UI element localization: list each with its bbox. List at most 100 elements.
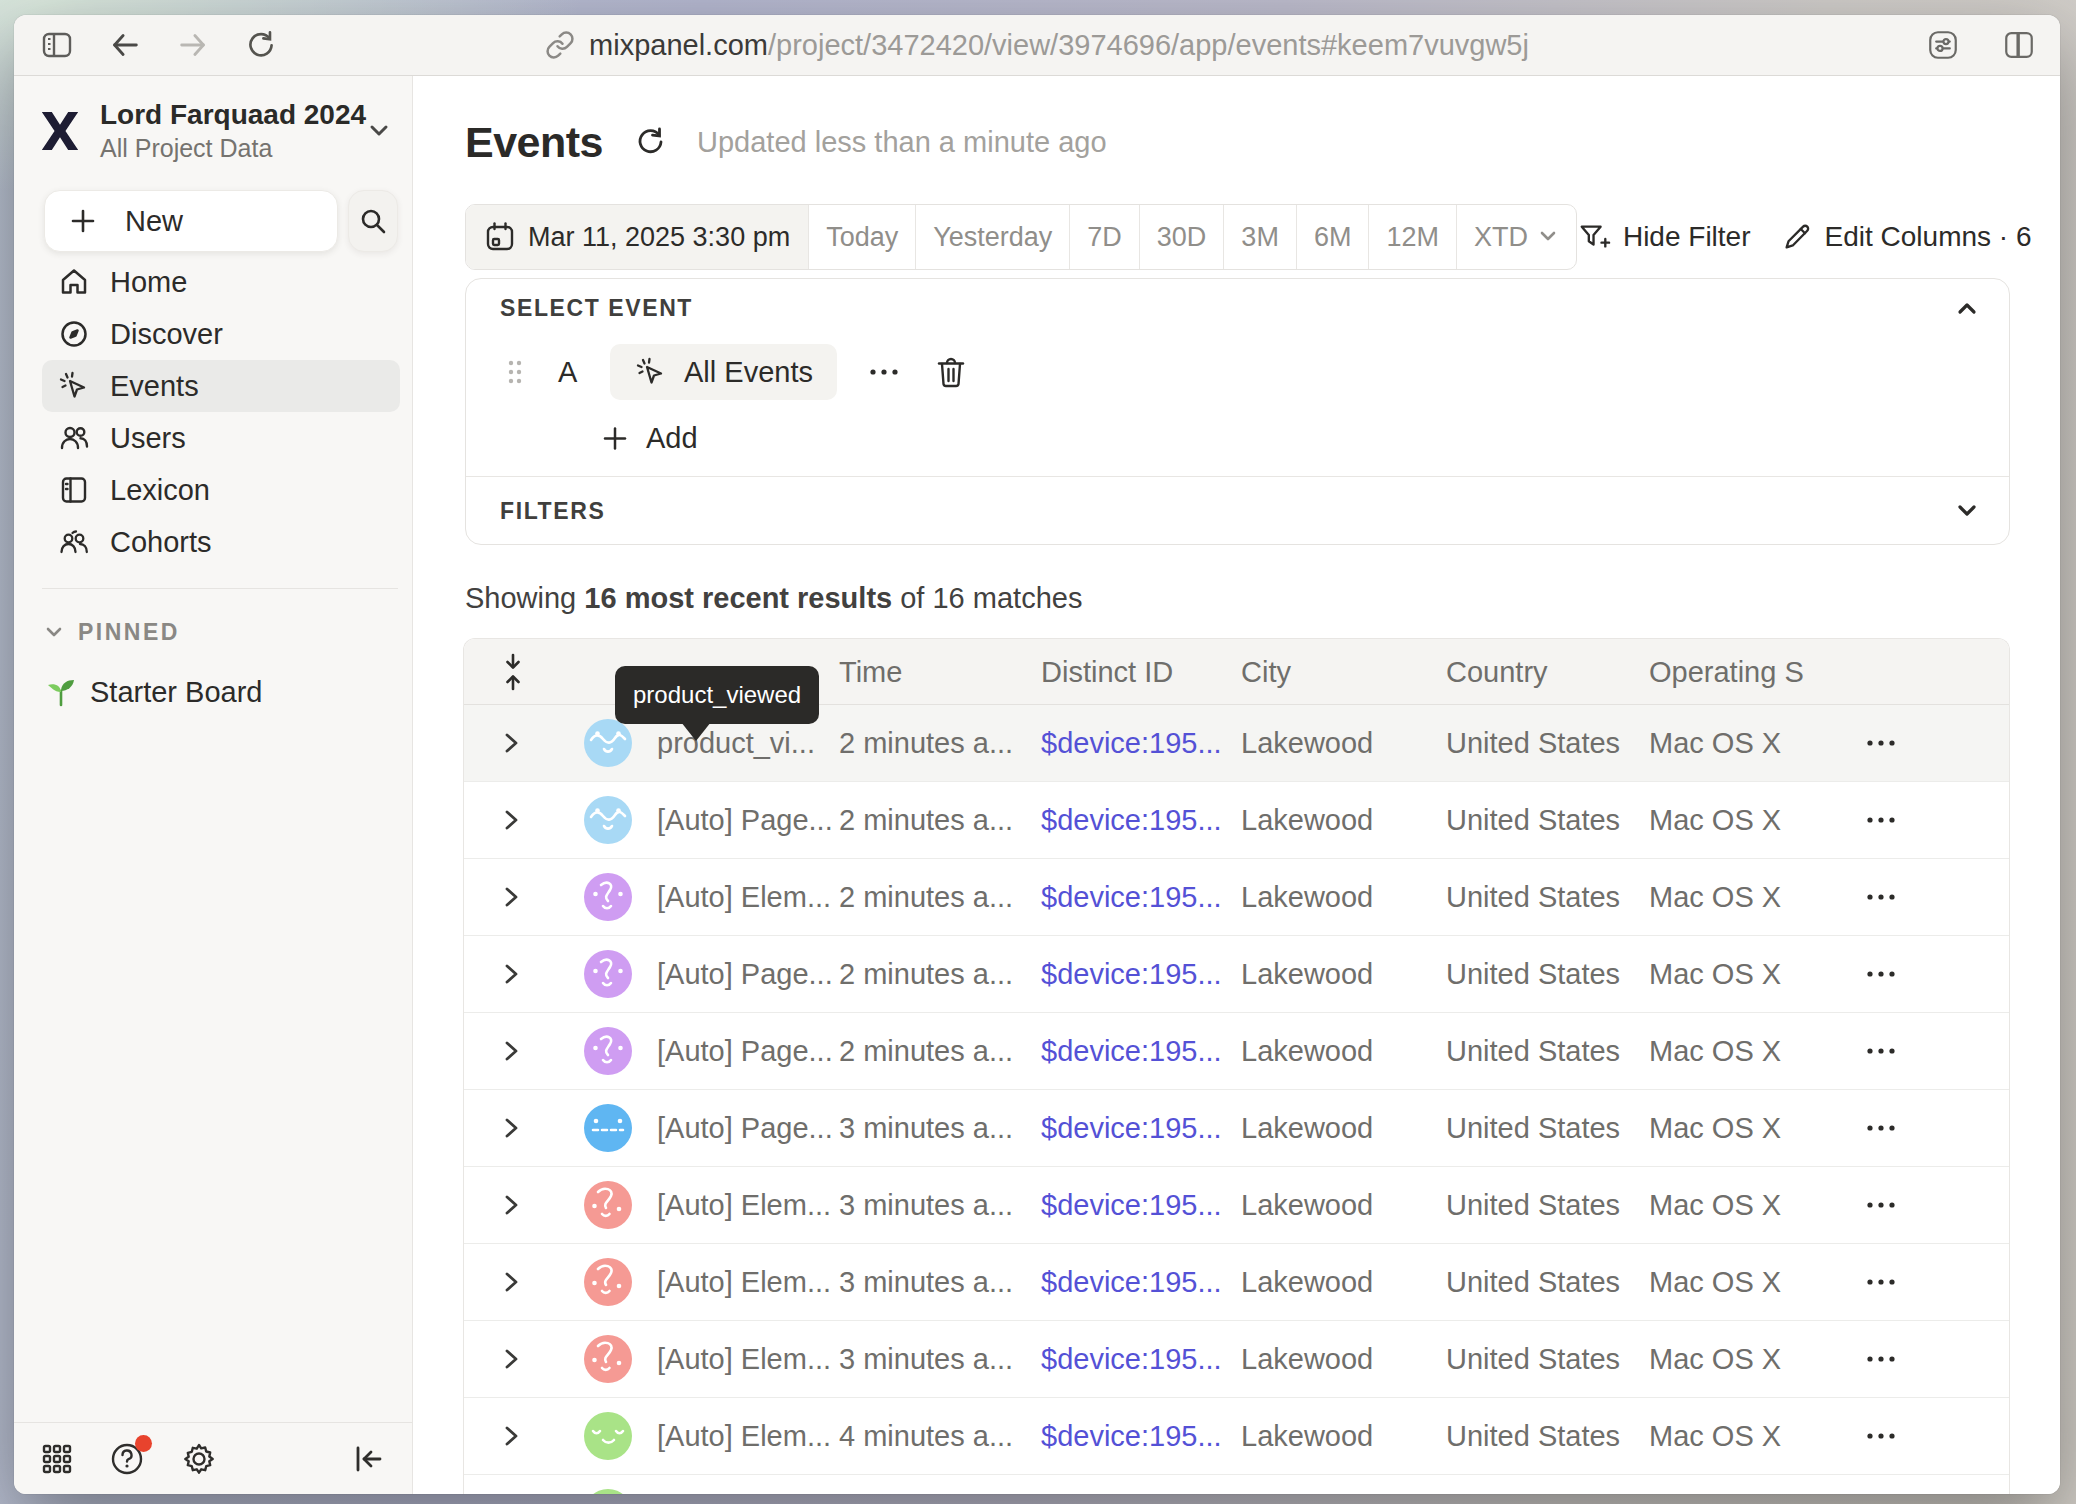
date-option-30d[interactable]: 30D [1140, 205, 1225, 269]
row-actions-icon[interactable] [1862, 1276, 1900, 1288]
sidebar-item-home[interactable]: Home [42, 256, 400, 308]
event-cursor-icon [634, 355, 668, 389]
expand-row-icon[interactable] [500, 961, 522, 987]
event-name-cell: [Auto] Page... [657, 804, 833, 837]
page-settings-icon[interactable] [1926, 28, 1960, 62]
event-avatar [584, 1258, 632, 1306]
date-option-xtd[interactable]: XTD [1457, 205, 1576, 269]
workspace-name: Lord Farquaad 2024 [100, 98, 366, 132]
os-cell: Mac OS X [1649, 727, 1781, 760]
expand-row-icon[interactable] [500, 730, 522, 756]
row-actions-icon[interactable] [1862, 1199, 1900, 1211]
date-option-12m[interactable]: 12M [1369, 205, 1457, 269]
sidebar-item-starter-board[interactable]: Starter Board [44, 666, 262, 718]
distinct-id-link[interactable]: $device:195... [1041, 804, 1222, 837]
distinct-id-link[interactable]: $device:195... [1041, 1189, 1222, 1222]
expand-row-icon[interactable] [500, 1115, 522, 1141]
more-options-icon[interactable] [865, 366, 903, 378]
column-header-time[interactable]: Time [839, 655, 902, 688]
sidebar-item-users[interactable]: Users [42, 412, 400, 464]
row-actions-icon[interactable] [1862, 1045, 1900, 1057]
distinct-id-link[interactable]: $device:195... [1041, 1420, 1222, 1453]
expand-row-icon[interactable] [500, 1423, 522, 1449]
column-header-city[interactable]: City [1241, 655, 1291, 688]
refresh-icon[interactable] [633, 125, 667, 159]
table-row[interactable]: [Auto] Elem... 3 minutes a... $device:19… [464, 1244, 2009, 1321]
collapse-section-icon[interactable] [1953, 299, 1981, 317]
expand-row-icon[interactable] [500, 807, 522, 833]
table-row[interactable]: [Auto] Elem... 3 minutes a... $device:19… [464, 1321, 2009, 1398]
search-button[interactable] [348, 190, 398, 252]
distinct-id-link[interactable]: $device:195... [1041, 1035, 1222, 1068]
hide-filter-button[interactable]: Hide Filter [1577, 221, 1751, 253]
sidebar-item-discover[interactable]: Discover [42, 308, 400, 360]
city-cell: Lakewood [1241, 1035, 1373, 1068]
forward-icon[interactable] [176, 28, 210, 62]
distinct-id-link[interactable]: $device:195... [1041, 1112, 1222, 1145]
column-header-os[interactable]: Operating S [1649, 655, 1804, 688]
distinct-id-link[interactable]: $device:195... [1041, 1266, 1222, 1299]
table-row[interactable]: [Auto] Page... 2 minutes a... $device:19… [464, 782, 2009, 859]
expand-section-icon[interactable] [1953, 502, 1981, 520]
table-row[interactable] [464, 1475, 2009, 1494]
date-option-today[interactable]: Today [809, 205, 916, 269]
collapse-sidebar-icon[interactable] [352, 1444, 386, 1474]
row-actions-icon[interactable] [1862, 1353, 1900, 1365]
row-actions-icon[interactable] [1862, 1430, 1900, 1442]
row-actions-icon[interactable] [1862, 737, 1900, 749]
new-button[interactable]: New [44, 190, 338, 252]
workspace-switcher[interactable]: Lord Farquaad 2024 All Project Data [40, 98, 402, 163]
apps-grid-icon[interactable] [40, 1442, 74, 1476]
row-actions-icon[interactable] [1862, 968, 1900, 980]
sidebar-item-lexicon[interactable]: Lexicon [42, 464, 400, 516]
reload-icon[interactable] [244, 28, 278, 62]
delete-icon[interactable] [935, 355, 967, 389]
row-actions-icon[interactable] [1862, 814, 1900, 826]
expand-row-icon[interactable] [500, 1192, 522, 1218]
sidebar-item-label: Events [110, 370, 199, 403]
distinct-id-link[interactable]: $device:195... [1041, 881, 1222, 914]
expand-row-icon[interactable] [500, 1346, 522, 1372]
collapse-rows-icon[interactable] [500, 652, 526, 692]
expand-row-icon[interactable] [500, 884, 522, 910]
events-icon [58, 370, 90, 402]
os-cell: Mac OS X [1649, 1035, 1781, 1068]
column-header-country[interactable]: Country [1446, 655, 1548, 688]
split-view-icon[interactable] [2002, 28, 2036, 62]
sidebar-item-cohorts[interactable]: Cohorts [42, 516, 400, 568]
edit-columns-button[interactable]: Edit Columns · 6 [1781, 221, 2032, 253]
drag-handle-icon[interactable] [506, 355, 524, 389]
table-row[interactable]: [Auto] Page... 2 minutes a... $device:19… [464, 1013, 2009, 1090]
pinned-section-header[interactable]: PINNED [44, 616, 180, 648]
back-icon[interactable] [108, 28, 142, 62]
add-event-button[interactable]: Add [602, 422, 698, 455]
url-bar[interactable]: mixpanel.com/project/3472420/view/397469… [14, 15, 2060, 75]
event-name-cell: [Auto] Page... [657, 958, 833, 991]
table-row[interactable]: [Auto] Elem... 4 minutes a... $device:19… [464, 1398, 2009, 1475]
distinct-id-link[interactable]: $device:195... [1041, 1343, 1222, 1376]
date-option-yesterday[interactable]: Yesterday [916, 205, 1070, 269]
sidebar-item-events[interactable]: Events [42, 360, 400, 412]
distinct-id-link[interactable]: $device:195... [1041, 958, 1222, 991]
row-actions-icon[interactable] [1862, 1122, 1900, 1134]
row-actions-icon[interactable] [1862, 891, 1900, 903]
chevron-down-icon [366, 122, 392, 140]
settings-gear-icon[interactable] [180, 1440, 218, 1478]
column-header-distinct-id[interactable]: Distinct ID [1041, 655, 1173, 688]
event-avatar [584, 950, 632, 998]
date-option-6m[interactable]: 6M [1297, 205, 1370, 269]
expand-row-icon[interactable] [500, 1269, 522, 1295]
date-option-3m[interactable]: 3M [1224, 205, 1297, 269]
search-icon [358, 206, 388, 236]
expand-row-icon[interactable] [500, 1038, 522, 1064]
date-range-selected[interactable]: Mar 11, 2025 3:30 pm [466, 205, 809, 269]
event-name-cell: [Auto] Elem... [657, 1343, 831, 1376]
sidebar-toggle-icon[interactable] [40, 28, 74, 62]
table-row[interactable]: [Auto] Elem... 2 minutes a... $device:19… [464, 859, 2009, 936]
table-row[interactable]: [Auto] Elem... 3 minutes a... $device:19… [464, 1167, 2009, 1244]
event-selector-chip[interactable]: All Events [610, 344, 837, 400]
date-option-7d[interactable]: 7D [1070, 205, 1140, 269]
table-row[interactable]: [Auto] Page... 3 minutes a... $device:19… [464, 1090, 2009, 1167]
table-row[interactable]: [Auto] Page... 2 minutes a... $device:19… [464, 936, 2009, 1013]
distinct-id-link[interactable]: $device:195... [1041, 727, 1222, 760]
